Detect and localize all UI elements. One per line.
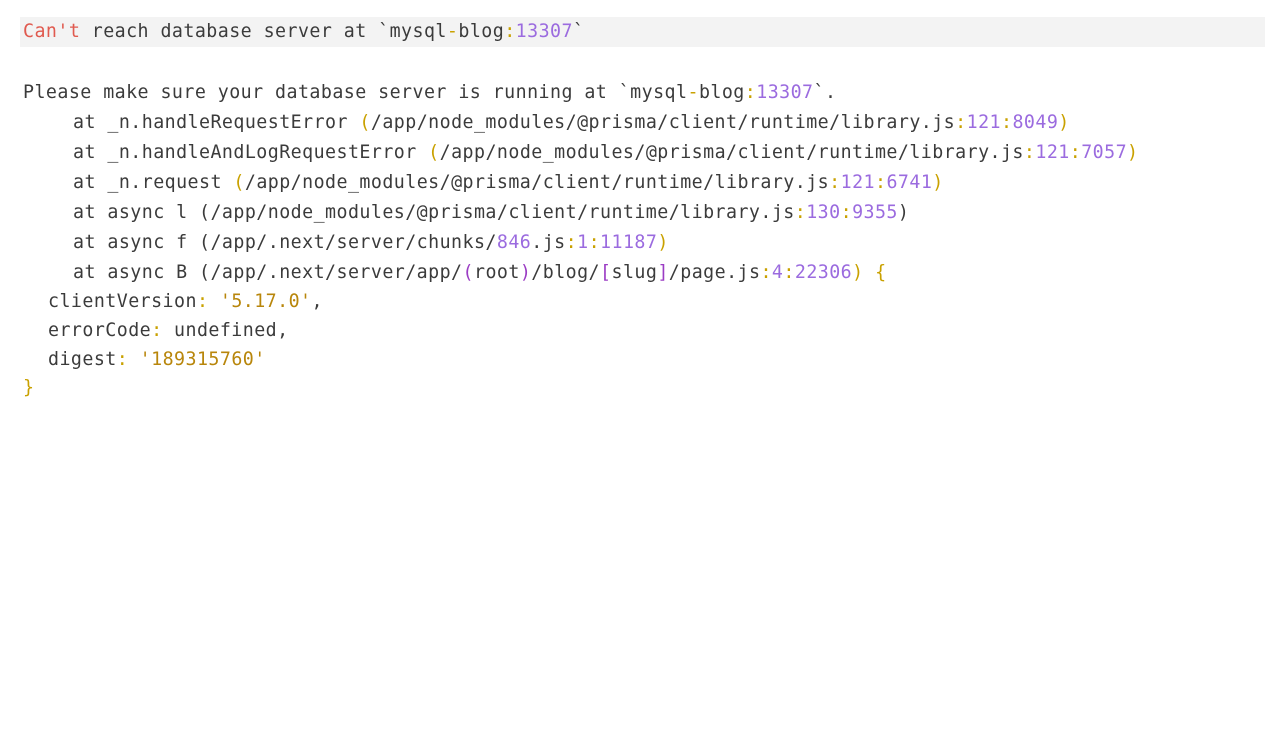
colon: : (1023, 142, 1036, 163)
paren-open: ( (428, 142, 440, 163)
frame-fn: at _n.handleAndLogRequestError (73, 142, 429, 163)
paren-close: ) (932, 172, 944, 193)
frame-fn-path: at async l (/app/node_modules/@prisma/cl… (73, 202, 795, 223)
port-colon: : (744, 82, 757, 103)
colon: : (760, 262, 772, 283)
error-header-line: Can't reach database server at `mysql-bl… (20, 17, 1265, 47)
host-name: blog (458, 21, 505, 42)
host-dash: - (687, 82, 699, 103)
paren-close: ) (852, 262, 876, 283)
prop-value: '5.17.0' (219, 291, 312, 312)
frame-path: /app/node_modules/@prisma/client/runtime… (244, 172, 830, 193)
frame-path: /app/node_modules/@prisma/client/runtime… (439, 142, 1024, 163)
stack-frame: at async B (/app/.next/server/app/(root)… (73, 258, 887, 288)
paren-open: ( (359, 112, 371, 133)
colon: : (783, 262, 795, 283)
line-number: 121 (1035, 142, 1070, 163)
line-number: 1 (577, 232, 589, 253)
prop-key: digest (48, 349, 117, 370)
colon: : (794, 202, 807, 223)
path-segment: /blog/ (531, 262, 601, 283)
port-number: 13307 (756, 82, 814, 103)
paren-close: ) (897, 202, 910, 223)
bracket-close: ] (657, 262, 669, 283)
colon: : (955, 112, 967, 133)
frame-fn: at _n.handleRequestError (73, 112, 360, 133)
frame-fn-path: at async f (/app/.next/server/chunks/ (73, 232, 497, 253)
prop-colon: : (151, 320, 175, 341)
prop-colon: : (116, 349, 140, 370)
host-name: blog (698, 82, 745, 103)
colon: : (840, 202, 853, 223)
frame-fn-path: at async B (/app/.next/server/app/ (73, 262, 463, 283)
prop-value: undefined (174, 320, 278, 341)
stack-frame: at _n.handleAndLogRequestError (/app/nod… (73, 138, 1139, 168)
frame-fn: at _n.request (73, 172, 234, 193)
error-word: Can't (23, 21, 81, 42)
file-ext: .js (531, 232, 566, 253)
paren-close: ) (1058, 112, 1070, 133)
prop-key: clientVersion (48, 291, 197, 312)
column-number: 6741 (886, 172, 933, 193)
dynamic-segment: slug (611, 262, 658, 283)
column-number: 9355 (852, 202, 898, 223)
route-group: root (473, 262, 520, 283)
line-number: 4 (771, 262, 784, 283)
prop-colon: : (196, 291, 220, 312)
colon: : (565, 232, 578, 253)
paren-close: ) (657, 232, 669, 253)
terminal-output: Can't reach database server at `mysql-bl… (0, 0, 1265, 412)
paren-open: ( (462, 262, 474, 283)
port-colon: : (504, 21, 516, 42)
error-text: reach database server at `mysql (80, 21, 447, 42)
stack-frame: at async f (/app/.next/server/chunks/846… (73, 228, 669, 258)
stack-frame: at async l (/app/node_modules/@prisma/cl… (73, 198, 909, 228)
prop-line: clientVersion: '5.17.0', (48, 287, 323, 317)
stack-frame: at _n.request (/app/node_modules/@prisma… (73, 168, 944, 198)
colon: : (588, 232, 601, 253)
colon: : (874, 172, 887, 193)
prop-line: errorCode: undefined, (48, 316, 289, 346)
frame-path: /app/node_modules/@prisma/client/runtime… (370, 112, 956, 133)
chunk-number: 846 (496, 232, 532, 253)
column-number: 22306 (794, 262, 853, 283)
line-number: 130 (806, 202, 841, 223)
column-number: 8049 (1012, 112, 1059, 133)
closing-brace-line: } (23, 373, 34, 403)
port-number: 13307 (515, 21, 573, 42)
prop-line: digest: '189315760' (48, 345, 266, 375)
colon: : (1001, 112, 1013, 133)
brace-open: { (875, 262, 887, 283)
paren-open: ( (233, 172, 245, 193)
message-line: Please make sure your database server is… (23, 78, 836, 108)
colon: : (829, 172, 841, 193)
stack-frame: at _n.handleRequestError (/app/node_modu… (73, 108, 1070, 138)
line-number: 121 (966, 112, 1001, 133)
colon: : (1069, 142, 1082, 163)
prop-comma: , (277, 320, 289, 341)
line-number: 121 (840, 172, 875, 193)
backtick: ` (572, 21, 585, 42)
bracket-open: [ (600, 262, 612, 283)
column-number: 11187 (600, 232, 658, 253)
paren-close: ) (1127, 142, 1139, 163)
host-dash: - (446, 21, 459, 42)
paren-close: ) (519, 262, 532, 283)
message-end: `. (813, 82, 837, 103)
prop-key: errorCode (48, 320, 152, 341)
prop-value: '189315760' (139, 349, 266, 370)
column-number: 7057 (1081, 142, 1128, 163)
prop-comma: , (311, 291, 323, 312)
page-file: /page.js (668, 262, 761, 283)
message-text: Please make sure your database server is… (23, 82, 688, 103)
brace-close: } (23, 377, 35, 398)
